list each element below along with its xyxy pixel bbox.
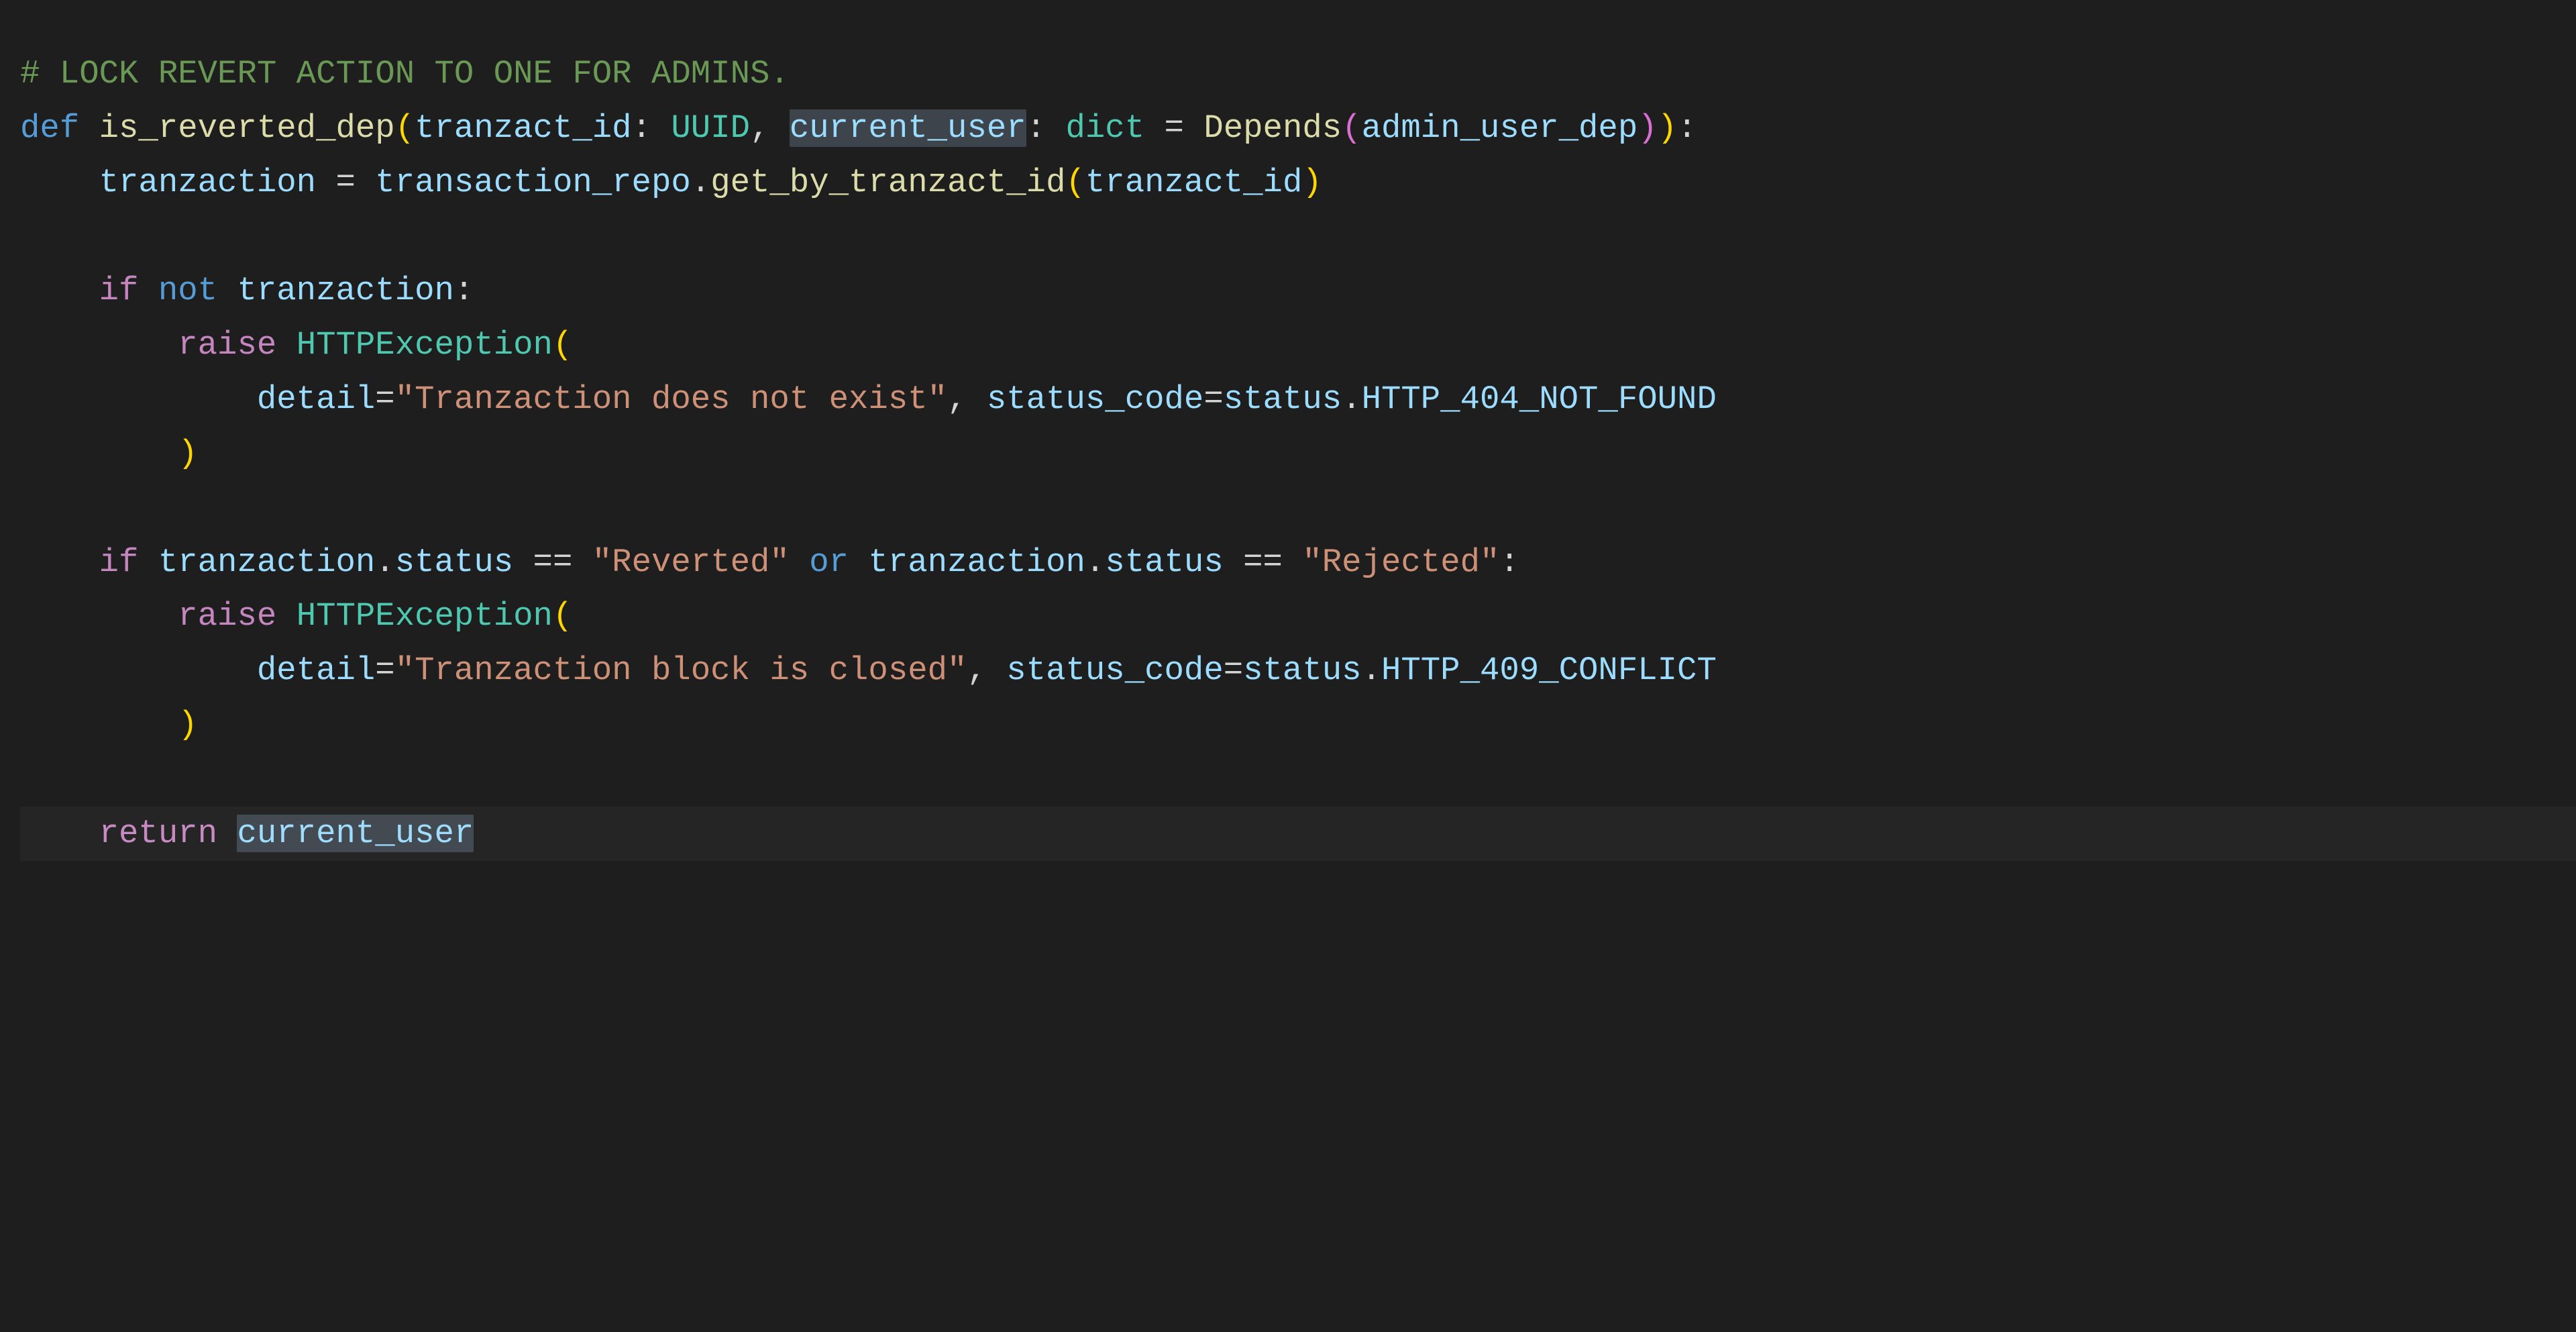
code-token: ( xyxy=(395,109,415,147)
code-line[interactable] xyxy=(20,210,2576,264)
code-token: == xyxy=(1224,544,1303,581)
code-token: dict xyxy=(1065,109,1144,147)
code-token: HTTPException xyxy=(297,326,553,364)
code-token: transaction_repo xyxy=(375,164,690,201)
code-token: ) xyxy=(1302,164,1322,201)
code-editor[interactable]: # LOCK REVERT ACTION TO ONE FOR ADMINS. … xyxy=(0,0,2576,861)
code-token: HTTPException xyxy=(297,597,553,635)
code-token: HTTP_404_NOT_FOUND xyxy=(1362,380,1717,418)
code-line[interactable]: ) xyxy=(20,698,2576,752)
code-token: . xyxy=(1362,652,1381,689)
code-token: tranzaction xyxy=(99,164,316,201)
code-token: "Tranzaction does not exist" xyxy=(395,380,947,418)
code-token: raise xyxy=(178,597,296,635)
code-line[interactable]: tranzaction = transaction_repo.get_by_tr… xyxy=(20,156,2576,210)
code-token: : xyxy=(1499,544,1519,581)
code-token: , xyxy=(750,109,790,147)
code-token: UUID xyxy=(671,109,750,147)
code-token: Depends xyxy=(1203,109,1342,147)
code-token: ) xyxy=(1638,109,1657,147)
code-line[interactable]: if tranzaction.status == "Reverted" or t… xyxy=(20,535,2576,590)
code-token: "Tranzaction block is closed" xyxy=(395,652,967,689)
code-token: not xyxy=(158,272,237,309)
code-token: . xyxy=(691,164,710,201)
code-line[interactable]: def is_reverted_dep(tranzact_id: UUID, c… xyxy=(20,101,2576,156)
code-token: status xyxy=(395,544,513,581)
code-token: ( xyxy=(553,597,572,635)
code-token: "Rejected" xyxy=(1302,544,1499,581)
code-token: tranzaction xyxy=(868,544,1085,581)
code-token: current_user xyxy=(790,109,1026,147)
code-token: : xyxy=(1026,109,1066,147)
code-token: : xyxy=(1677,109,1697,147)
code-token: is_reverted_dep xyxy=(99,109,395,147)
code-token: ( xyxy=(1065,164,1085,201)
code-line[interactable]: if not tranzaction: xyxy=(20,264,2576,318)
code-token: # LOCK REVERT ACTION TO ONE FOR ADMINS. xyxy=(20,55,790,93)
code-token: "Reverted" xyxy=(592,544,790,581)
code-token: current_user xyxy=(237,815,474,852)
code-token: def xyxy=(20,109,99,147)
code-line[interactable]: return current_user xyxy=(20,807,2576,861)
code-token: ( xyxy=(1342,109,1361,147)
code-token: detail xyxy=(257,652,375,689)
code-token: = xyxy=(316,164,375,201)
code-token: detail xyxy=(257,380,375,418)
code-token: = xyxy=(1203,380,1223,418)
code-token: tranzact_id xyxy=(1085,164,1302,201)
code-token: : xyxy=(454,272,474,309)
code-line[interactable]: detail="Tranzaction block is closed", st… xyxy=(20,644,2576,698)
code-token: HTTP_409_CONFLICT xyxy=(1381,652,1717,689)
code-token: . xyxy=(375,544,394,581)
code-token xyxy=(790,544,809,581)
code-token: tranzaction xyxy=(158,544,375,581)
code-token: ) xyxy=(178,435,197,472)
code-token: raise xyxy=(178,326,296,364)
code-token: ) xyxy=(1658,109,1677,147)
code-token: , xyxy=(947,380,987,418)
code-token: status_code xyxy=(1006,652,1223,689)
code-token: get_by_tranzact_id xyxy=(710,164,1065,201)
code-token: status xyxy=(1243,652,1361,689)
code-token: tranzact_id xyxy=(415,109,631,147)
code-token: : xyxy=(632,109,672,147)
code-line[interactable]: # LOCK REVERT ACTION TO ONE FOR ADMINS. xyxy=(20,47,2576,101)
code-token: . xyxy=(1085,544,1105,581)
code-token: , xyxy=(967,652,1006,689)
code-token: admin_user_dep xyxy=(1362,109,1638,147)
code-token: = xyxy=(1224,652,1243,689)
code-token: ) xyxy=(178,706,197,744)
code-token: return xyxy=(99,815,237,852)
code-token: if xyxy=(99,272,158,309)
code-token: status xyxy=(1105,544,1223,581)
code-token: if xyxy=(99,544,158,581)
code-line[interactable]: ) xyxy=(20,427,2576,481)
code-line[interactable] xyxy=(20,481,2576,535)
code-line[interactable]: raise HTTPException( xyxy=(20,589,2576,644)
code-line[interactable]: raise HTTPException( xyxy=(20,318,2576,372)
code-token: status_code xyxy=(987,380,1203,418)
code-token: status xyxy=(1224,380,1342,418)
code-token: = xyxy=(375,380,394,418)
code-token: or xyxy=(809,544,868,581)
code-line[interactable] xyxy=(20,752,2576,807)
code-token: . xyxy=(1342,380,1361,418)
code-token: tranzaction xyxy=(237,272,453,309)
code-token: == xyxy=(513,544,592,581)
code-token: ( xyxy=(553,326,572,364)
code-line[interactable]: detail="Tranzaction does not exist", sta… xyxy=(20,372,2576,427)
code-token: = xyxy=(375,652,394,689)
code-token: = xyxy=(1144,109,1203,147)
